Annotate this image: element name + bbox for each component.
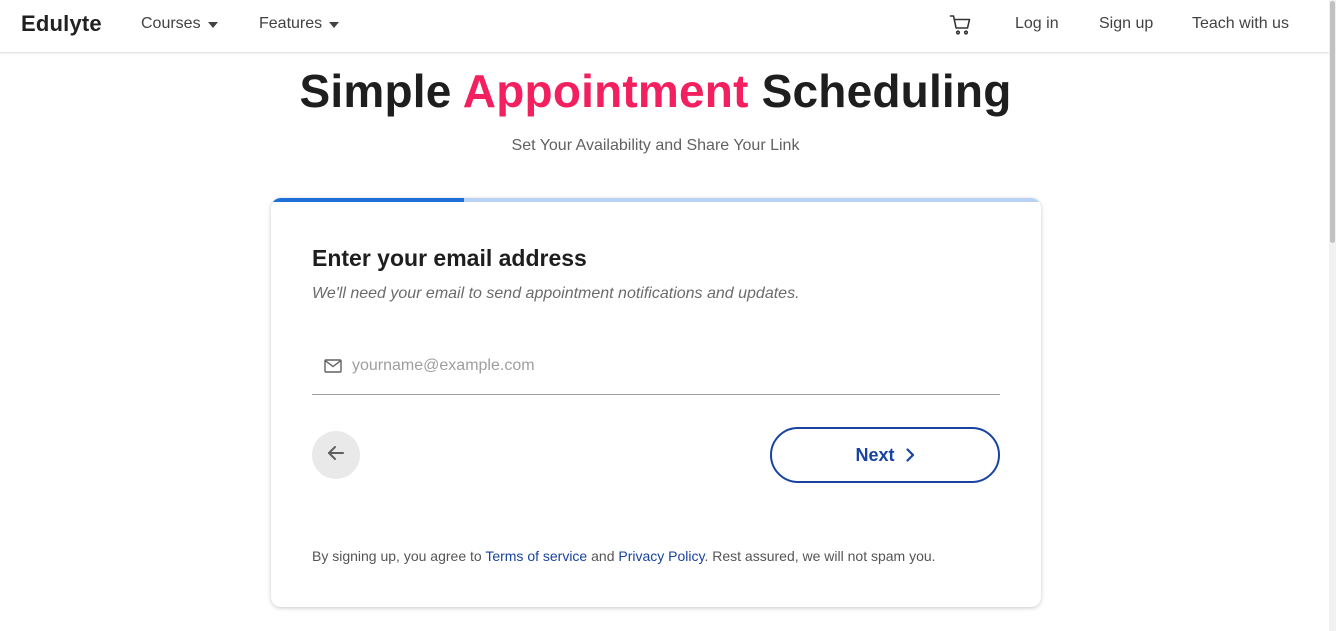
next-button[interactable]: Next bbox=[770, 427, 1000, 483]
email-field[interactable] bbox=[312, 344, 1000, 395]
step-progress-bar bbox=[271, 198, 1041, 202]
courses-dropdown[interactable]: Courses bbox=[141, 15, 218, 33]
features-dropdown[interactable]: Features bbox=[259, 15, 340, 33]
signup-link[interactable]: Sign up bbox=[1099, 15, 1153, 33]
title-part-2: Scheduling bbox=[748, 65, 1012, 117]
email-step-card: Enter your email address We'll need your… bbox=[271, 198, 1041, 607]
step-progress-fill bbox=[271, 198, 464, 202]
next-button-label: Next bbox=[855, 444, 895, 465]
legal-prefix: By signing up, you agree to bbox=[312, 548, 486, 564]
page-title: Simple Appointment Scheduling bbox=[0, 64, 1311, 118]
scrollbar-thumb[interactable] bbox=[1330, 1, 1335, 243]
arrow-left-icon bbox=[326, 443, 346, 468]
login-link[interactable]: Log in bbox=[1015, 15, 1059, 33]
title-accent: Appointment bbox=[462, 65, 749, 117]
back-button[interactable] bbox=[312, 431, 360, 479]
terms-of-service-link[interactable]: Terms of service bbox=[485, 548, 587, 564]
brand-logo[interactable]: Edulyte bbox=[21, 11, 102, 37]
legal-and: and bbox=[587, 548, 619, 564]
caret-down-icon bbox=[329, 21, 340, 28]
mail-icon bbox=[324, 359, 342, 373]
step-title: Enter your email address bbox=[312, 245, 587, 271]
email-input[interactable] bbox=[352, 352, 992, 380]
features-label: Features bbox=[259, 15, 323, 32]
teach-with-us-link[interactable]: Teach with us bbox=[1192, 15, 1289, 33]
legal-suffix: . Rest assured, we will not spam you. bbox=[704, 548, 936, 564]
legal-notice: By signing up, you agree to Terms of ser… bbox=[312, 548, 936, 564]
top-navbar: Edulyte Courses Features Log in Sign up … bbox=[0, 0, 1329, 53]
courses-label: Courses bbox=[141, 15, 201, 32]
step-description: We'll need your email to send appointmen… bbox=[312, 285, 800, 302]
page-subtitle: Set Your Availability and Share Your Lin… bbox=[511, 137, 800, 154]
shopping-cart-icon[interactable] bbox=[949, 13, 973, 37]
title-part-1: Simple bbox=[299, 65, 463, 117]
privacy-policy-link[interactable]: Privacy Policy bbox=[618, 548, 704, 564]
page-scrollbar[interactable] bbox=[1329, 0, 1336, 631]
chevron-right-icon bbox=[905, 446, 915, 467]
caret-down-icon bbox=[207, 21, 218, 28]
